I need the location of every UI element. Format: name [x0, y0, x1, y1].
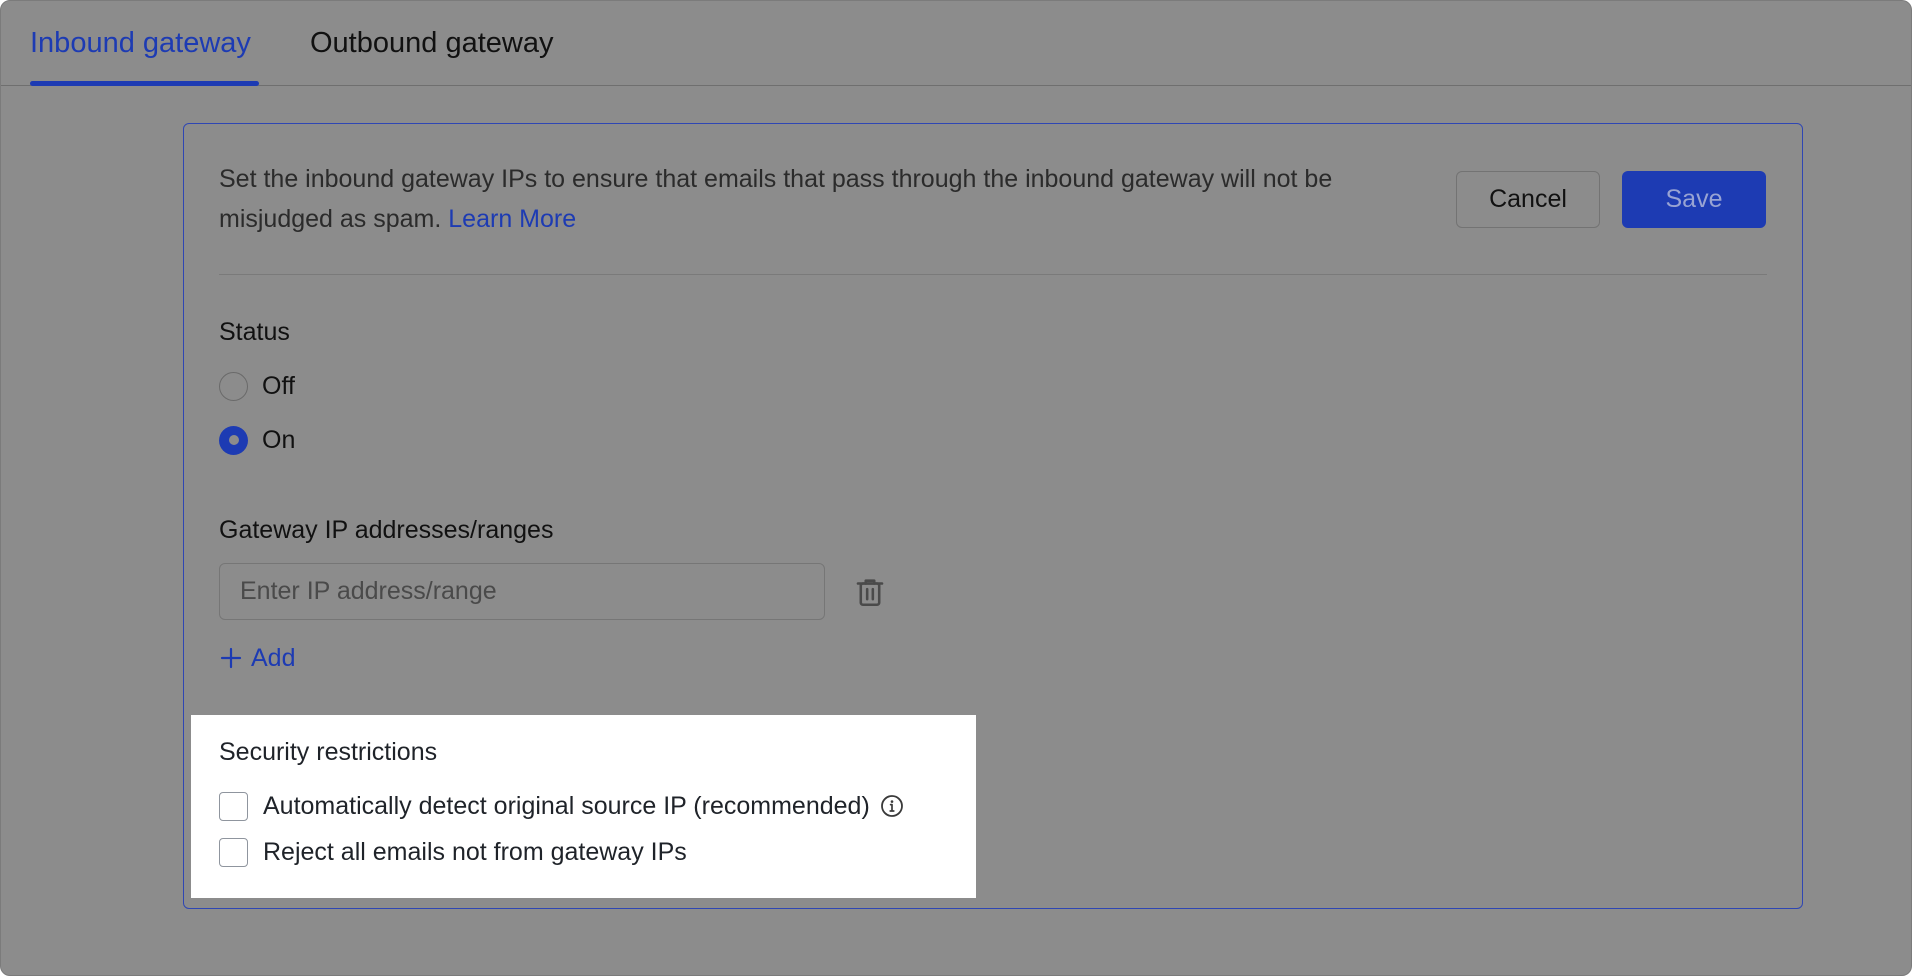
- security-restrictions-title: Security restrictions: [219, 738, 438, 766]
- radio-on-icon[interactable]: [219, 425, 248, 455]
- save-button[interactable]: Save: [1622, 171, 1766, 228]
- status-option-on[interactable]: On: [219, 423, 295, 457]
- learn-more-link[interactable]: Learn More: [448, 205, 576, 233]
- reject-non-gateway-label: Reject all emails not from gateway IPs: [263, 837, 687, 866]
- tab-inbound-gateway[interactable]: Inbound gateway: [30, 23, 251, 63]
- gateway-ip-label: Gateway IP addresses/ranges: [219, 516, 554, 544]
- reject-non-gateway-checkbox[interactable]: [219, 837, 248, 867]
- gateway-ip-input[interactable]: [219, 563, 825, 620]
- add-ip-label: Add: [251, 643, 296, 672]
- auto-detect-label: Automatically detect original source IP …: [263, 791, 870, 820]
- auto-detect-checkbox[interactable]: [219, 791, 248, 821]
- status-option-off-label: Off: [262, 371, 295, 400]
- description-text: Set the inbound gateway IPs to ensure th…: [219, 165, 1333, 233]
- plus-icon: [220, 647, 242, 669]
- radio-off-icon[interactable]: [219, 371, 248, 401]
- gateway-settings-screen: Inbound gateway Outbound gateway Set the…: [0, 0, 1912, 976]
- auto-detect-source-ip-option[interactable]: Automatically detect original source IP …: [219, 789, 904, 823]
- active-tab-indicator: [30, 81, 259, 86]
- add-ip-button[interactable]: Add: [219, 641, 295, 675]
- security-restrictions-panel: Security restrictions Automatically dete…: [191, 715, 976, 898]
- trash-icon[interactable]: [853, 575, 887, 609]
- tab-outbound-gateway[interactable]: Outbound gateway: [310, 23, 553, 63]
- status-label: Status: [219, 318, 290, 346]
- cancel-button[interactable]: Cancel: [1456, 171, 1600, 228]
- gateway-description: Set the inbound gateway IPs to ensure th…: [219, 159, 1369, 239]
- gateway-tabs: Inbound gateway Outbound gateway: [1, 1, 1911, 86]
- section-divider: [219, 274, 1767, 275]
- status-option-off[interactable]: Off: [219, 369, 295, 403]
- info-icon[interactable]: [880, 794, 904, 818]
- reject-non-gateway-option[interactable]: Reject all emails not from gateway IPs: [219, 835, 687, 869]
- status-option-on-label: On: [262, 425, 296, 454]
